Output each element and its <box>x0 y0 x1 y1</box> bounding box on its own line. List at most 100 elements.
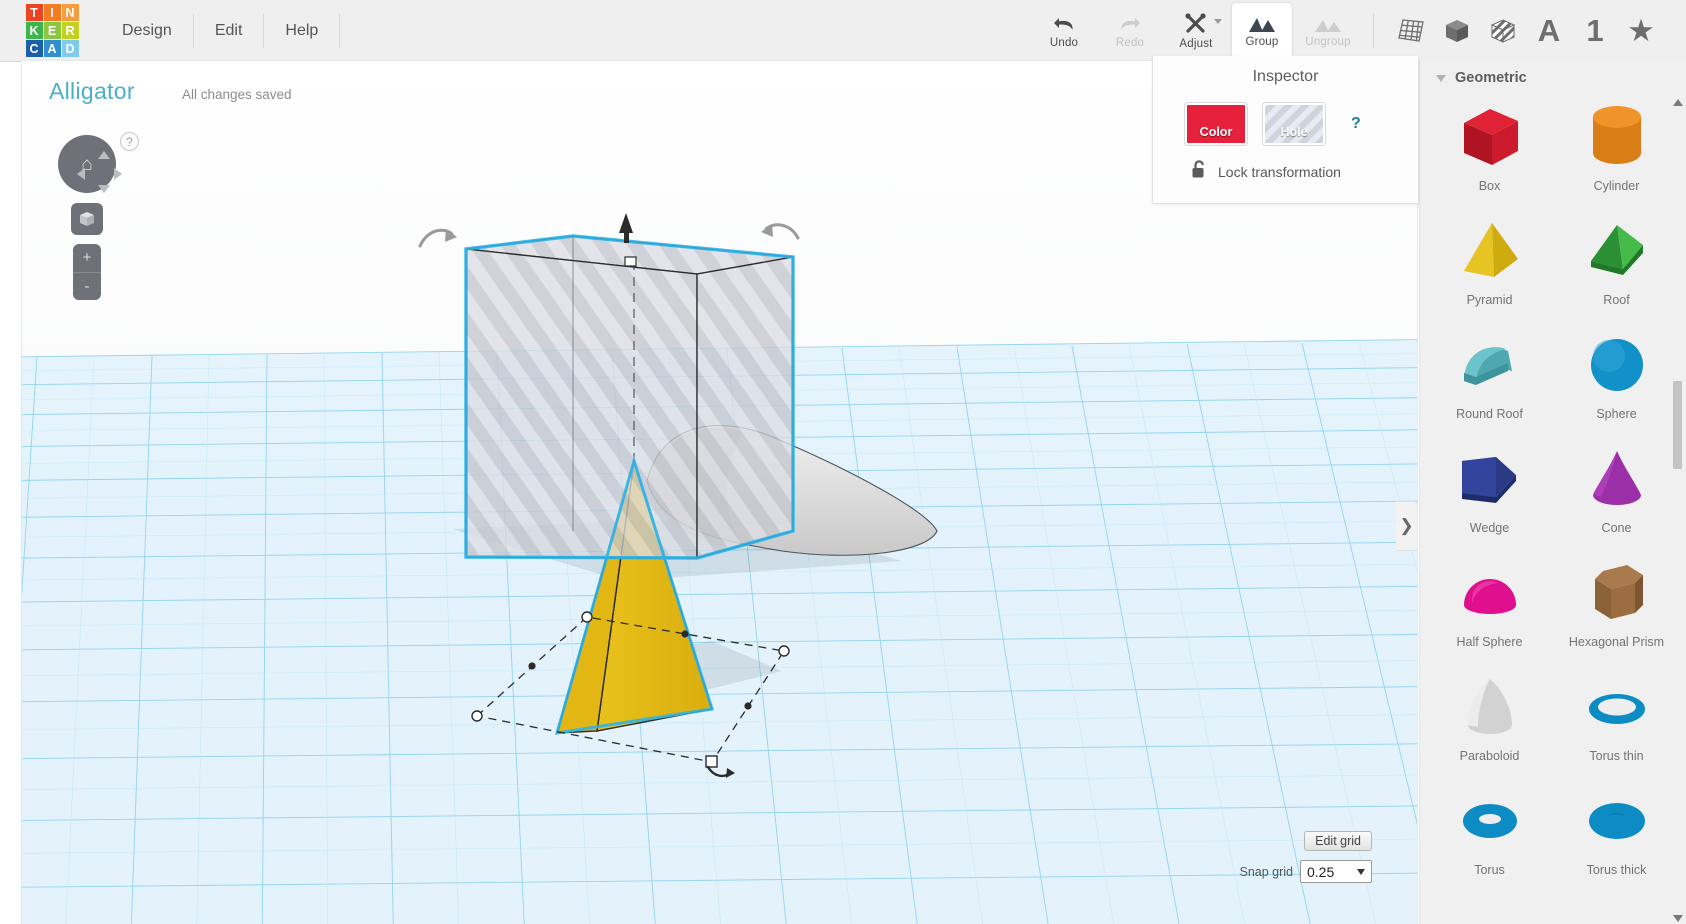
shape-item-torus-thin[interactable]: Torus thin <box>1553 665 1680 779</box>
torus-icon <box>1462 801 1517 838</box>
design-title[interactable]: Alligator <box>49 78 135 105</box>
shape-label: Box <box>1478 179 1501 193</box>
inspector-title: Inspector <box>1252 68 1319 85</box>
workplane-icon[interactable] <box>1390 10 1432 52</box>
snap-grid-select[interactable]: 0.25 <box>1300 860 1372 883</box>
shape-label: Torus <box>1474 863 1505 877</box>
shape-label: Hexagonal Prism <box>1568 635 1665 649</box>
panel-collapse-button[interactable]: ❯ <box>1396 501 1417 551</box>
zoom-controls: + - <box>73 244 101 300</box>
favorites-icon[interactable]: ★ <box>1620 10 1662 52</box>
color-swatch-button[interactable]: Color <box>1185 103 1247 145</box>
scrollbar-thumb[interactable] <box>1673 381 1682 469</box>
library-category-label: Geometric <box>1455 70 1527 86</box>
pyramid-icon <box>1463 223 1518 277</box>
inspector-help-button[interactable]: ? <box>1351 115 1361 133</box>
unlock-icon <box>1191 159 1208 184</box>
color-label: Color <box>1199 125 1233 139</box>
shape-label: Half Sphere <box>1456 635 1523 649</box>
scroll-up-arrow-icon[interactable] <box>1673 99 1683 106</box>
shape-item-wedge[interactable]: Wedge <box>1426 437 1553 551</box>
view-right-arrow-icon[interactable] <box>114 168 122 180</box>
shape-item-torus-thick[interactable]: Torus thick <box>1553 779 1680 893</box>
snap-grid-value: 0.25 <box>1307 863 1335 880</box>
shape-item-sphere[interactable]: Sphere <box>1553 323 1680 437</box>
shape-item-box[interactable]: Box <box>1426 95 1553 209</box>
numbers-icon[interactable]: 1 <box>1574 10 1616 52</box>
adjust-button[interactable]: Adjust <box>1166 3 1226 59</box>
logo-cell-d: D <box>61 40 79 57</box>
tinkercad-logo[interactable]: T I N K E R C A D <box>25 4 79 58</box>
view-left-arrow-icon[interactable] <box>77 168 85 180</box>
shape-label: Cylinder <box>1593 179 1640 193</box>
view-home-disc[interactable]: ⌂ <box>58 135 122 193</box>
hole-box-object <box>464 234 795 560</box>
hexagonal-prism-icon <box>1594 565 1643 619</box>
ungroup-button[interactable]: Ungroup <box>1298 3 1358 59</box>
scrollbar-track[interactable] <box>1673 111 1682 910</box>
save-status: All changes saved <box>182 87 292 102</box>
cylinder-icon <box>1592 106 1641 164</box>
hole-label: Hole <box>1280 125 1308 139</box>
box-height-handle <box>624 256 637 267</box>
shape-library-panel: Geometric Box Cylinder Pyramid Roof Roun… <box>1419 61 1686 924</box>
solid-cube-icon[interactable] <box>1436 10 1478 52</box>
shape-item-pyramid[interactable]: Pyramid <box>1426 209 1553 323</box>
lock-transformation-row[interactable]: Lock transformation <box>1153 159 1418 184</box>
box-icon <box>1463 109 1518 165</box>
lock-transformation-label: Lock transformation <box>1218 163 1341 180</box>
zoom-out-button[interactable]: - <box>73 273 101 301</box>
half-sphere-icon <box>1463 579 1516 614</box>
shape-item-hexagonal-prism[interactable]: Hexagonal Prism <box>1553 551 1680 665</box>
undo-icon <box>1051 13 1077 35</box>
redo-button[interactable]: Redo <box>1100 3 1160 59</box>
corner-handle <box>705 755 718 768</box>
sphere-icon <box>1590 339 1643 391</box>
roof-icon <box>1590 225 1643 275</box>
paraboloid-icon <box>1467 679 1512 734</box>
top-toolbar: T I N K E R C A D Design Edit Help Undo … <box>0 0 1686 62</box>
edit-grid-button[interactable]: Edit grid <box>1304 831 1372 851</box>
scroll-down-arrow-icon[interactable] <box>1673 915 1683 922</box>
undo-button[interactable]: Undo <box>1034 3 1094 59</box>
menu-help[interactable]: Help <box>264 0 339 62</box>
view-up-arrow-icon[interactable] <box>98 151 110 159</box>
toolbar-divider <box>1373 13 1374 48</box>
zoom-in-button[interactable]: + <box>73 244 101 272</box>
shape-item-torus[interactable]: Torus <box>1426 779 1553 893</box>
shape-item-roof[interactable]: Roof <box>1553 209 1680 323</box>
ungroup-icon <box>1313 14 1343 34</box>
shape-label: Round Roof <box>1456 407 1523 421</box>
shape-item-paraboloid[interactable]: Paraboloid <box>1426 665 1553 779</box>
main-menu: Design Edit Help <box>101 0 341 62</box>
edge-handle <box>528 662 536 670</box>
view-navigation-widget: ⌂ ? + - <box>44 127 164 317</box>
hole-swatch-button[interactable]: Hole <box>1263 103 1325 145</box>
logo-cell-e: E <box>43 22 61 39</box>
snap-grid-row: Snap grid 0.25 <box>1239 860 1372 883</box>
shape-label: Torus thin <box>1589 749 1644 763</box>
corner-handle <box>778 645 790 657</box>
navigation-help-button[interactable]: ? <box>120 132 139 151</box>
shape-item-cone[interactable]: Cone <box>1553 437 1680 551</box>
toolbar-actions: Undo Redo Adjust Group Ungroup A 1 ★ <box>1031 2 1686 59</box>
shape-item-round-roof[interactable]: Round Roof <box>1426 323 1553 437</box>
menu-design[interactable]: Design <box>101 0 193 62</box>
cube-icon <box>80 212 94 226</box>
library-category-header[interactable]: Geometric <box>1420 61 1686 95</box>
snap-grid-label: Snap grid <box>1239 864 1293 879</box>
menu-edit[interactable]: Edit <box>194 0 264 62</box>
group-icon <box>1247 14 1277 34</box>
library-scrollbar[interactable] <box>1673 97 1683 924</box>
hole-cube-icon[interactable] <box>1482 10 1524 52</box>
torus-thick-icon <box>1588 799 1645 839</box>
shape-item-half-sphere[interactable]: Half Sphere <box>1426 551 1553 665</box>
text-icon[interactable]: A <box>1528 10 1570 52</box>
fit-view-button[interactable] <box>71 203 103 235</box>
shape-item-cylinder[interactable]: Cylinder <box>1553 95 1680 209</box>
group-button[interactable]: Group <box>1232 2 1292 59</box>
torus-thin-icon <box>1588 692 1645 724</box>
undo-label: Undo <box>1049 36 1079 49</box>
chevron-down-icon <box>1436 74 1446 82</box>
view-down-arrow-icon[interactable] <box>98 185 110 193</box>
